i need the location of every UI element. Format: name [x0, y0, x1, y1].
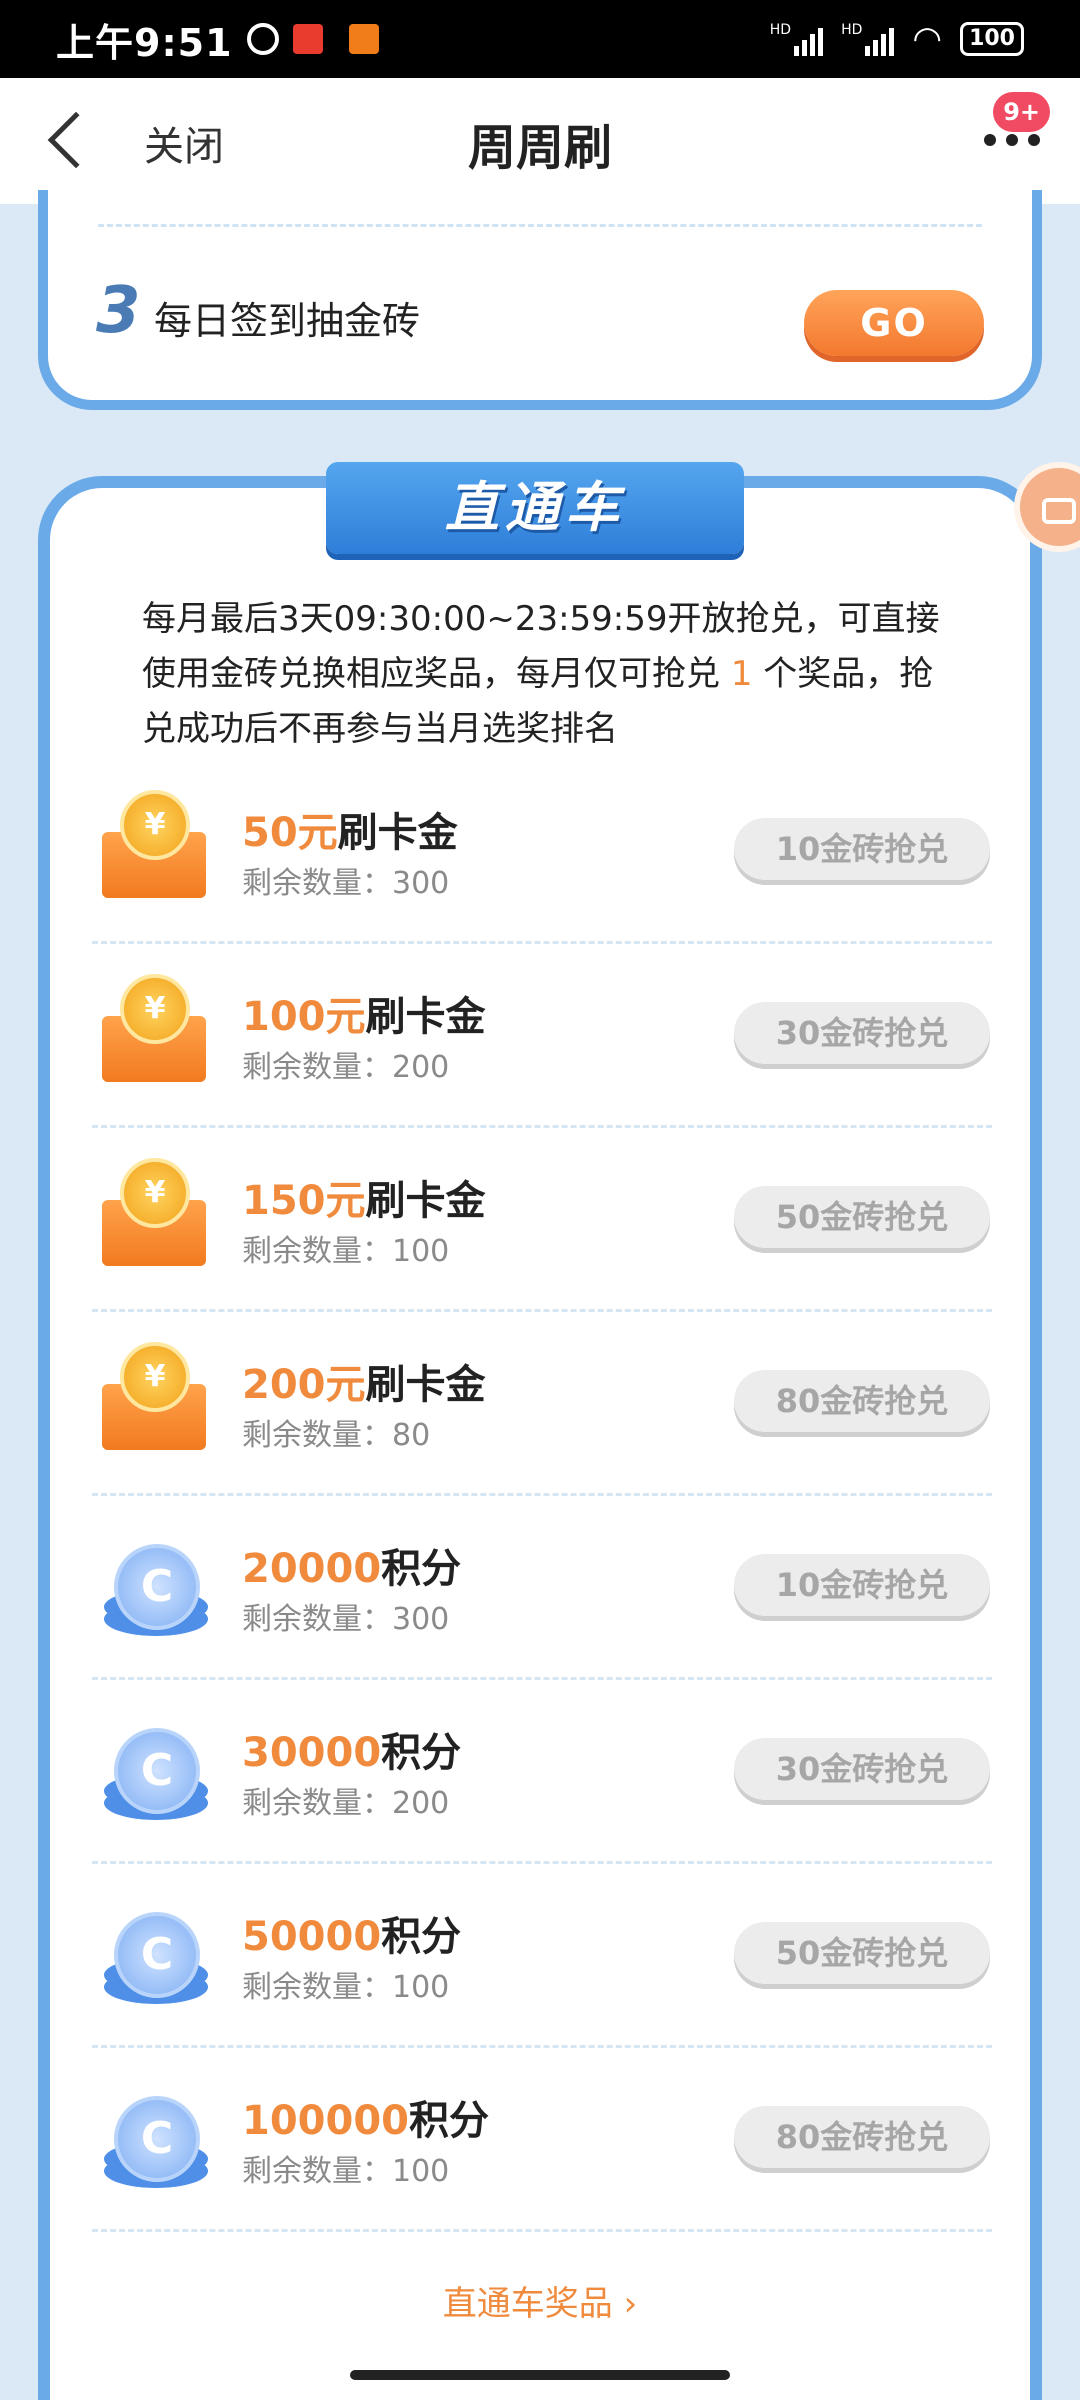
prize-title: 50元刷卡金 — [242, 810, 458, 856]
prize-title: 30000积分 — [242, 1730, 462, 1776]
list-item: ¥200元刷卡金剩余数量：80 80金砖抢兑 — [92, 1312, 992, 1496]
prize-title: 50000积分 — [242, 1914, 462, 1960]
redeem-button[interactable]: 10金砖抢兑 — [734, 1554, 990, 1616]
task-card: 3 每日签到抽金砖 GO — [38, 190, 1042, 410]
app-notification-icon-2 — [348, 24, 379, 54]
prize-stock: 剩余数量：100 — [242, 1970, 450, 2005]
signal-icon: HD — [770, 22, 824, 56]
gift-coin-icon: ¥ — [96, 974, 212, 1090]
prize-stock: 剩余数量：300 — [242, 866, 450, 901]
gift-coin-icon: ¥ — [96, 1158, 212, 1274]
redeem-button[interactable]: 80金砖抢兑 — [734, 1370, 990, 1432]
list-item: ¥50元刷卡金剩余数量：300 10金砖抢兑 — [92, 760, 992, 944]
status-bar: 上午9:51 HD HD ◠ 100 — [0, 0, 1080, 78]
notification-badge: 9+ — [993, 92, 1050, 132]
points-coin-icon: C — [96, 2078, 212, 2194]
redeem-button[interactable]: 30金砖抢兑 — [734, 1738, 990, 1800]
task-label: 每日签到抽金砖 — [154, 299, 421, 343]
prize-stock: 剩余数量：200 — [242, 1786, 450, 1821]
more-dot-icon — [984, 134, 996, 146]
list-item: ¥100元刷卡金剩余数量：200 30金砖抢兑 — [92, 944, 992, 1128]
prize-title: 20000积分 — [242, 1546, 462, 1592]
signal-icon-2: HD — [841, 22, 895, 56]
section-banner: 直通车 — [326, 462, 744, 554]
section-description: 每月最后3天09:30:00~23:59:59开放抢兑，可直接使用金砖兑换相应奖… — [142, 599, 940, 749]
task-number: 3 — [96, 274, 141, 348]
prize-link[interactable]: 直通车奖品 › — [0, 2276, 1080, 2325]
gift-coin-icon: ¥ — [96, 1342, 212, 1458]
redeem-button[interactable]: 50金砖抢兑 — [734, 1922, 990, 1984]
status-time: 上午9:51 — [56, 20, 233, 65]
prize-title: 100元刷卡金 — [242, 994, 486, 1040]
prize-title: 100000积分 — [242, 2098, 489, 2144]
limit-highlight: 1 — [730, 654, 753, 694]
title-bar: 关闭 周周刷 9+ — [0, 78, 1080, 204]
list-item: C 30000积分剩余数量：200 30金砖抢兑 — [92, 1680, 992, 1864]
redeem-button[interactable]: 80金砖抢兑 — [734, 2106, 990, 2168]
gift-coin-icon: ¥ — [96, 790, 212, 906]
prize-stock: 剩余数量：100 — [242, 2154, 450, 2189]
list-item: C 20000积分剩余数量：300 10金砖抢兑 — [92, 1496, 992, 1680]
go-button[interactable]: GO — [804, 290, 984, 356]
more-options-button[interactable] — [984, 134, 1040, 146]
prize-stock: 剩余数量：200 — [242, 1050, 450, 1085]
page-title: 周周刷 — [467, 120, 612, 176]
app-notification-icon — [292, 24, 323, 54]
list-item: C 100000积分剩余数量：100 80金砖抢兑 — [92, 2048, 992, 2232]
alarm-icon — [246, 23, 279, 55]
prize-title: 200元刷卡金 — [242, 1362, 486, 1408]
prize-stock: 剩余数量：300 — [242, 1602, 450, 1637]
home-indicator — [350, 2370, 730, 2380]
list-item: C 50000积分剩余数量：100 50金砖抢兑 — [92, 1864, 992, 2048]
more-dot-icon — [1006, 134, 1018, 146]
prize-stock: 剩余数量：80 — [242, 1418, 431, 1453]
prize-title: 150元刷卡金 — [242, 1178, 486, 1224]
more-dot-icon — [1028, 134, 1040, 146]
banner-title: 直通车 — [445, 476, 625, 539]
points-coin-icon: C — [96, 1710, 212, 1826]
video-icon — [1042, 498, 1076, 524]
divider — [98, 224, 982, 227]
prize-stock: 剩余数量：100 — [242, 1234, 450, 1269]
points-coin-icon: C — [96, 1526, 212, 1642]
wifi-icon: ◠ — [912, 19, 943, 59]
redeem-button[interactable]: 30金砖抢兑 — [734, 1002, 990, 1064]
redeem-button[interactable]: 50金砖抢兑 — [734, 1186, 990, 1248]
redeem-button[interactable]: 10金砖抢兑 — [734, 818, 990, 880]
points-coin-icon: C — [96, 1894, 212, 2010]
prize-list: ¥50元刷卡金剩余数量：300 10金砖抢兑 ¥100元刷卡金剩余数量：200 30金… — [92, 760, 992, 2232]
list-item: ¥150元刷卡金剩余数量：100 50金砖抢兑 — [92, 1128, 992, 1312]
battery-icon: 100 — [960, 22, 1024, 56]
